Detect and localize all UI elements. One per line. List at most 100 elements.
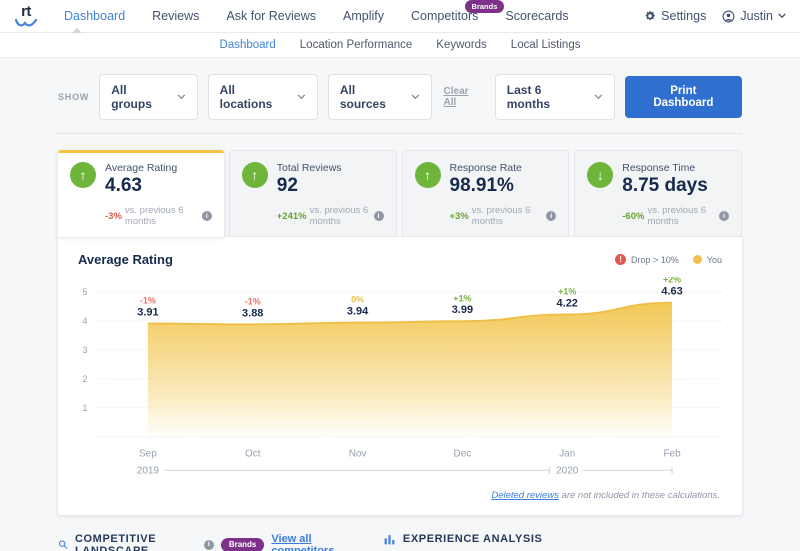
chevron-down-icon — [778, 13, 786, 19]
kpi-title: Total Reviews — [277, 162, 342, 174]
locations-dropdown[interactable]: All locations — [208, 74, 318, 120]
clear-all-link[interactable]: Clear All — [444, 86, 483, 108]
view-all-competitors-link[interactable]: View all competitors — [271, 533, 353, 551]
legend-you: You — [693, 255, 722, 265]
svg-text:-1%: -1% — [245, 296, 261, 306]
svg-text:4.22: 4.22 — [557, 298, 578, 310]
brands-badge: Brands — [221, 538, 265, 551]
dot-icon — [693, 255, 702, 264]
show-label: SHOW — [58, 92, 89, 102]
average-rating-chart-card: Average Rating ! Drop > 10% You 12345-1%… — [58, 237, 742, 515]
svg-text:0%: 0% — [351, 295, 364, 305]
section-title: EXPERIENCE ANALYSIS — [403, 533, 543, 545]
info-icon[interactable]: i — [546, 211, 556, 221]
gear-icon — [644, 10, 656, 22]
brands-badge: Brands — [465, 0, 505, 13]
sources-dropdown-value: All sources — [340, 83, 403, 111]
svg-text:3.99: 3.99 — [452, 304, 473, 316]
section-title: COMPETITIVE LANDSCAPE — [75, 533, 197, 551]
subnav-item-dashboard[interactable]: Dashboard — [220, 39, 276, 51]
chevron-down-icon — [594, 94, 603, 100]
date-range-dropdown[interactable]: Last 6 months — [495, 74, 615, 120]
svg-text:5: 5 — [83, 287, 88, 297]
chart-title: Average Rating — [78, 252, 173, 267]
kpi-title: Average Rating — [105, 162, 177, 174]
kpi-card-response-rate[interactable]: ↑ Response Rate 98.91% +3% vs. previous … — [402, 150, 570, 237]
filter-separator — [58, 133, 742, 134]
settings-button[interactable]: Settings — [644, 9, 706, 23]
svg-text:Oct: Oct — [245, 449, 261, 460]
svg-text:4: 4 — [83, 316, 88, 326]
header-right: Settings Justin — [644, 9, 786, 23]
nav-item-dashboard[interactable]: Dashboard — [64, 9, 125, 23]
nav-item-competitors[interactable]: Competitors Brands — [411, 9, 478, 23]
print-dashboard-button[interactable]: Print Dashboard — [625, 76, 742, 118]
svg-text:+1%: +1% — [453, 293, 471, 303]
kpi-card-response-time[interactable]: ↓ Response Time 8.75 days -60% vs. previ… — [574, 150, 742, 237]
info-icon[interactable]: i — [204, 540, 214, 550]
subnav-item-keywords[interactable]: Keywords — [436, 39, 487, 51]
kpi-value: 4.63 — [105, 175, 177, 197]
chevron-down-icon — [411, 94, 420, 100]
svg-text:2019: 2019 — [137, 466, 160, 477]
svg-text:3.88: 3.88 — [242, 307, 263, 319]
chevron-down-icon — [177, 94, 186, 100]
trend-up-icon: ↑ — [415, 162, 441, 188]
experience-analysis-section: EXPERIENCE ANALYSIS Analysis of review s… — [383, 533, 742, 551]
kpi-card-total-reviews[interactable]: ↑ Total Reviews 92 +241% vs. previous 6 … — [229, 150, 397, 237]
svg-text:3: 3 — [83, 345, 88, 355]
nav-item-amplify[interactable]: Amplify — [343, 9, 384, 23]
subnav-item-location-performance[interactable]: Location Performance — [300, 39, 413, 51]
user-name: Justin — [740, 9, 773, 23]
info-icon[interactable]: i — [374, 211, 384, 221]
trend-down-icon: ↓ — [587, 162, 613, 188]
app-logo[interactable]: rt — [14, 4, 38, 28]
top-header: rt Dashboard Reviews Ask for Reviews Amp… — [0, 0, 800, 33]
kpi-change: -60% vs. previous 6 months i — [622, 205, 729, 227]
user-avatar-icon — [722, 10, 735, 23]
dashboard-subnav: Dashboard Location Performance Keywords … — [0, 33, 800, 58]
search-icon — [58, 538, 68, 551]
svg-text:4.63: 4.63 — [661, 286, 682, 298]
average-rating-chart: 12345-1%3.91-1%3.880%3.94+1%3.99+1%4.22+… — [78, 277, 722, 486]
kpi-change: +3% vs. previous 6 months i — [450, 205, 557, 227]
user-menu[interactable]: Justin — [722, 9, 786, 23]
bottom-sections: COMPETITIVE LANDSCAPE i Brands View all … — [58, 533, 742, 551]
kpi-value: 92 — [277, 175, 342, 197]
settings-label: Settings — [661, 9, 706, 23]
nav-item-ask-for-reviews[interactable]: Ask for Reviews — [226, 9, 316, 23]
bar-chart-icon — [383, 533, 396, 546]
kpi-value: 98.91% — [450, 175, 522, 197]
kpi-cards: ↑ Average Rating 4.63 -3% vs. previous 6… — [58, 150, 742, 237]
main-nav: Dashboard Reviews Ask for Reviews Amplif… — [64, 9, 569, 23]
svg-text:Dec: Dec — [454, 449, 472, 460]
sources-dropdown[interactable]: All sources — [328, 74, 432, 120]
legend-drop: ! Drop > 10% — [615, 254, 679, 265]
info-icon[interactable]: i — [202, 211, 212, 221]
groups-dropdown[interactable]: All groups — [99, 74, 197, 120]
logo-text: rt — [21, 4, 31, 19]
info-icon[interactable]: i — [719, 211, 729, 221]
svg-text:3.91: 3.91 — [137, 307, 158, 319]
svg-text:2020: 2020 — [556, 466, 579, 477]
kpi-card-average-rating[interactable]: ↑ Average Rating 4.63 -3% vs. previous 6… — [58, 150, 224, 237]
groups-dropdown-value: All groups — [111, 83, 169, 111]
deleted-reviews-link[interactable]: Deleted reviews — [491, 490, 559, 501]
svg-text:1: 1 — [83, 403, 88, 413]
active-nav-caret — [72, 28, 82, 33]
svg-text:Nov: Nov — [349, 449, 367, 460]
svg-text:+2%: +2% — [663, 277, 681, 285]
date-range-value: Last 6 months — [507, 83, 586, 111]
nav-item-reviews[interactable]: Reviews — [152, 9, 199, 23]
kpi-change: +241% vs. previous 6 months i — [277, 205, 384, 227]
svg-text:-1%: -1% — [140, 296, 156, 306]
trend-up-icon: ↑ — [70, 162, 96, 188]
locations-dropdown-value: All locations — [220, 83, 289, 111]
nav-item-scorecards[interactable]: Scorecards — [505, 9, 568, 23]
logo-swoosh-icon — [14, 19, 38, 28]
alert-circle-icon: ! — [615, 254, 626, 265]
chart-legend: ! Drop > 10% You — [615, 254, 722, 265]
svg-text:+1%: +1% — [558, 287, 576, 297]
chart-footnote: Deleted reviews are not included in thes… — [78, 486, 722, 507]
subnav-item-local-listings[interactable]: Local Listings — [511, 39, 581, 51]
